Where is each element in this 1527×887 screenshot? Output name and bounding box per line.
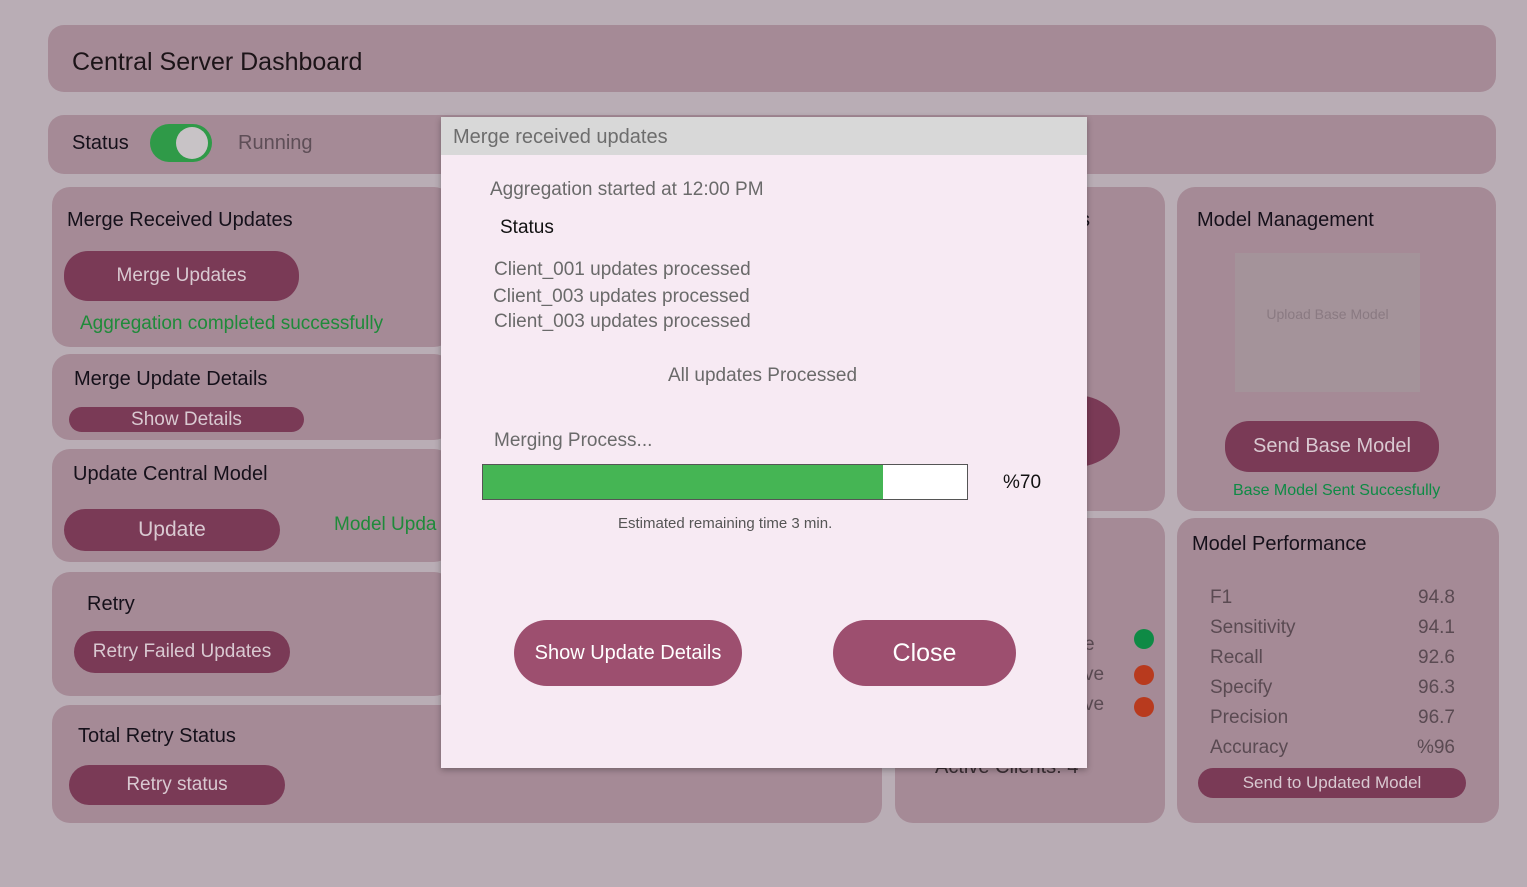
merging-process-label: Merging Process...	[494, 430, 653, 451]
merge-dialog: Merge received updates Aggregation start…	[441, 117, 1087, 768]
base-model-message: Base Model Sent Succesfully	[1233, 482, 1441, 499]
model-performance-title: Model Performance	[1192, 533, 1367, 555]
status-state: Running	[238, 132, 313, 154]
metric-value: 96.7	[1418, 707, 1455, 728]
total-retry-title: Total Retry Status	[78, 725, 236, 747]
retry-title: Retry	[87, 593, 135, 615]
metric-name: Recall	[1210, 647, 1263, 668]
aggregation-started: Aggregation started at 12:00 PM	[490, 179, 764, 200]
upload-label: Upload Base Model	[1266, 306, 1389, 322]
client-line: Client_001 updates processed	[494, 259, 751, 280]
status-dot-inactive	[1134, 665, 1154, 685]
retry-status-button[interactable]: Retry status	[69, 765, 285, 805]
metric-row: F1 94.8	[1210, 587, 1455, 609]
retry-failed-button[interactable]: Retry Failed Updates	[74, 631, 290, 673]
all-processed: All updates Processed	[668, 365, 858, 386]
status-dot-inactive	[1134, 697, 1154, 717]
update-button[interactable]: Update	[64, 509, 280, 551]
metric-name: Accuracy	[1210, 737, 1289, 758]
upload-base-model-dropzone[interactable]: Upload Base Model	[1235, 253, 1420, 392]
merge-updates-button[interactable]: Merge Updates	[64, 251, 299, 301]
metric-value: %96	[1416, 737, 1455, 758]
merge-received-title: Merge Received Updates	[67, 209, 293, 231]
status-label: Status	[72, 132, 129, 154]
metric-value: 96.3	[1418, 677, 1455, 698]
dialog-title: Merge received updates	[441, 117, 1087, 155]
metric-value: 94.1	[1418, 617, 1455, 638]
toggle-knob	[176, 127, 208, 159]
model-update-message: Model Upda	[334, 514, 437, 535]
metric-row: Accuracy %96	[1210, 737, 1455, 759]
remaining-time: Estimated remaining time 3 min.	[618, 515, 833, 532]
progress-fill	[483, 465, 884, 499]
metric-row: Precision 96.7	[1210, 707, 1455, 729]
send-updated-model-button[interactable]: Send to Updated Model	[1198, 768, 1466, 798]
status-dot-active	[1134, 629, 1154, 649]
send-base-model-button[interactable]: Send Base Model	[1225, 421, 1439, 472]
show-details-button[interactable]: Show Details	[69, 407, 304, 432]
close-button[interactable]: Close	[833, 620, 1016, 686]
model-management-title: Model Management	[1197, 209, 1374, 231]
client-status-label: ve	[1084, 694, 1105, 715]
metric-value: 94.8	[1418, 587, 1455, 608]
metric-value: 92.6	[1418, 647, 1455, 668]
metric-row: Recall 92.6	[1210, 647, 1455, 669]
status-toggle[interactable]	[150, 124, 212, 162]
metric-name: Precision	[1210, 707, 1289, 728]
metric-name: Sensitivity	[1210, 617, 1296, 638]
metric-name: F1	[1210, 587, 1233, 608]
aggregation-message: Aggregation completed successfully	[80, 313, 384, 334]
metric-name: Specify	[1210, 677, 1273, 698]
update-central-title: Update Central Model	[73, 463, 268, 485]
progress-bar	[482, 464, 968, 500]
show-update-details-button[interactable]: Show Update Details	[514, 620, 742, 686]
progress-percent: %70	[1003, 472, 1042, 493]
dialog-status-label: Status	[500, 217, 554, 238]
page-title: Central Server Dashboard	[72, 48, 363, 76]
client-status-label: ve	[1084, 664, 1105, 685]
client-line: Client_003 updates processed	[493, 286, 750, 307]
metric-row: Specify 96.3	[1210, 677, 1455, 699]
metric-row: Sensitivity 94.1	[1210, 617, 1455, 639]
merge-details-title: Merge Update Details	[74, 368, 268, 390]
client-line: Client_003 updates processed	[494, 311, 751, 332]
